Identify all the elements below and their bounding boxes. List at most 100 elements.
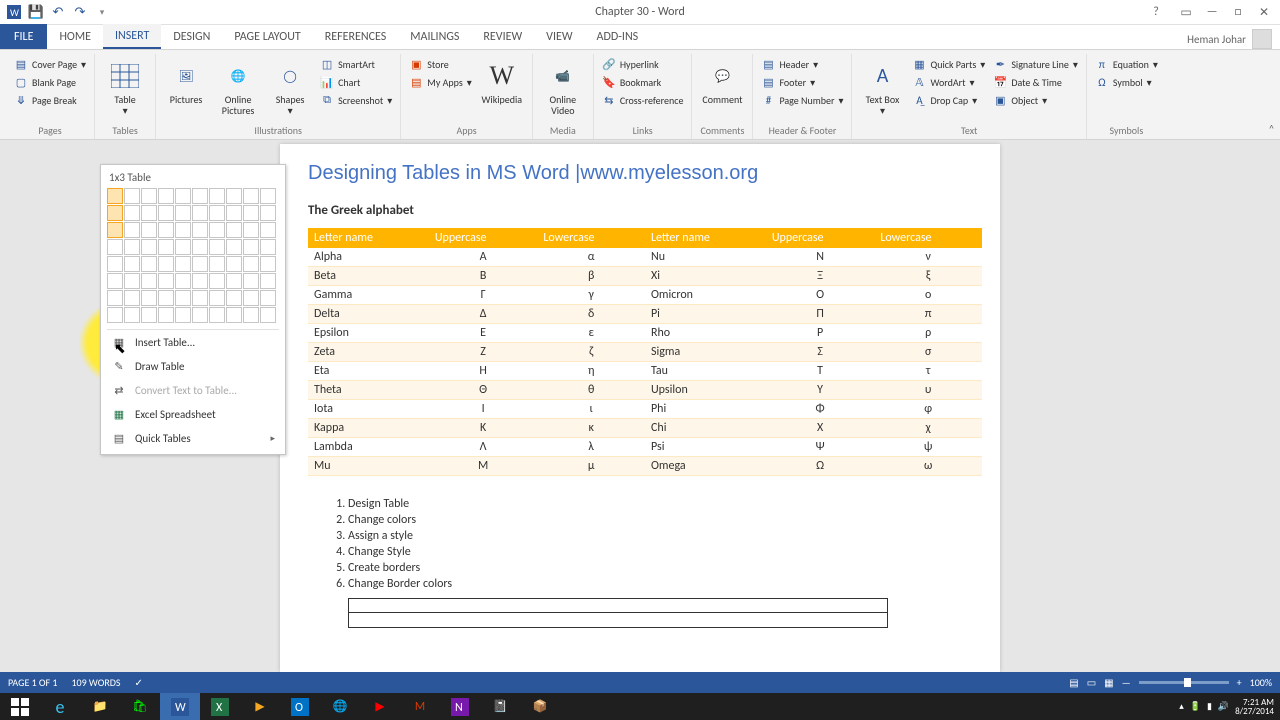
view-web-icon[interactable]: ▦ — [1104, 676, 1113, 689]
page-subheading: The Greek alphabet — [308, 203, 982, 218]
tab-view[interactable]: VIEW — [534, 24, 584, 49]
table-drop-title: 1x3 Table — [107, 171, 279, 188]
tab-design[interactable]: DESIGN — [161, 24, 222, 49]
spellcheck-icon[interactable]: ✓ — [135, 676, 143, 689]
svg-text:W: W — [10, 6, 19, 19]
excel-taskbar-icon[interactable]: X — [200, 693, 240, 720]
word-taskbar-icon[interactable]: W — [160, 693, 200, 720]
word-count[interactable]: 109 WORDS — [71, 676, 120, 689]
zoom-in-icon[interactable]: + — [1237, 676, 1242, 689]
word-icon: W — [6, 4, 22, 20]
volume-icon[interactable]: 🔊 — [1218, 701, 1229, 712]
text-box-button[interactable]: AText Box▾ — [858, 56, 906, 120]
zoom-out-icon[interactable]: — — [1122, 676, 1131, 689]
minimize-icon[interactable]: — — [1200, 3, 1224, 21]
maximize-icon[interactable]: □ — [1226, 3, 1250, 21]
inserted-table-preview — [348, 598, 888, 628]
symbol-button[interactable]: ΩSymbol ▾ — [1093, 74, 1160, 90]
cross-reference-button[interactable]: ⇆Cross-reference — [600, 92, 686, 108]
battery-icon[interactable]: 🔋 — [1190, 701, 1201, 712]
ribbon-options-icon[interactable]: ▭ — [1174, 3, 1198, 21]
symbol-icon: Ω — [1095, 75, 1109, 89]
avatar[interactable] — [1252, 29, 1272, 49]
outlook-icon[interactable]: O — [280, 693, 320, 720]
object-button[interactable]: ▣Object ▾ — [991, 92, 1080, 108]
help-icon[interactable]: ? — [1144, 3, 1168, 21]
smartart-button[interactable]: ◫SmartArt — [318, 56, 394, 72]
tab-references[interactable]: REFERENCES — [313, 24, 399, 49]
tab-page-layout[interactable]: PAGE LAYOUT — [222, 24, 312, 49]
dropcap-icon: A̲ — [912, 93, 926, 107]
qat-more-icon[interactable]: ▾ — [94, 4, 110, 20]
signature-line-button[interactable]: ✒Signature Line ▾ — [991, 56, 1080, 72]
quick-parts-button[interactable]: ▦Quick Parts ▾ — [910, 56, 987, 72]
notepad-icon[interactable]: 📓 — [480, 693, 520, 720]
footer-icon: ▤ — [761, 75, 775, 89]
view-print-icon[interactable]: ▤ — [1069, 676, 1078, 689]
ribbon-tabs: FILE HOME INSERT DESIGN PAGE LAYOUT REFE… — [0, 25, 1280, 50]
tray-up-icon[interactable]: ▴ — [1179, 701, 1184, 712]
clock[interactable]: 7:21 AM8/27/2014 — [1235, 698, 1274, 716]
date-icon: 📅 — [993, 75, 1007, 89]
start-button[interactable] — [0, 693, 40, 720]
table-size-grid[interactable] — [107, 188, 279, 323]
svg-text:O: O — [295, 701, 303, 715]
quick-tables-menuitem[interactable]: ▤Quick Tables▸ — [107, 426, 279, 450]
bookmark-button[interactable]: 🔖Bookmark — [600, 74, 686, 90]
insert-table-menuitem[interactable]: ▦Insert Table... — [107, 330, 279, 354]
excel-spreadsheet-menuitem[interactable]: ▦Excel Spreadsheet — [107, 402, 279, 426]
page-number-button[interactable]: #Page Number ▾ — [759, 92, 845, 108]
online-video-button[interactable]: 📹Online Video — [539, 56, 587, 120]
footer-button[interactable]: ▤Footer ▾ — [759, 74, 845, 90]
save-icon[interactable]: 💾 — [28, 4, 44, 20]
hyperlink-button[interactable]: 🔗Hyperlink — [600, 56, 686, 72]
equation-button[interactable]: πEquation ▾ — [1093, 56, 1160, 72]
tab-home[interactable]: HOME — [47, 24, 103, 49]
camtasia-icon[interactable]: ▶ — [240, 693, 280, 720]
comment-button[interactable]: 💬Comment — [698, 56, 746, 109]
shapes-button[interactable]: ◯Shapes▾ — [266, 56, 314, 120]
tab-mailings[interactable]: MAILINGS — [398, 24, 471, 49]
zoom-slider[interactable] — [1139, 681, 1229, 684]
screenshot-button[interactable]: ⧉Screenshot ▾ — [318, 92, 394, 108]
page[interactable]: Designing Tables in MS Word |www.myeless… — [280, 144, 1000, 672]
cover-page-button[interactable]: ▤Cover Page ▾ — [12, 56, 88, 72]
app-icon[interactable]: M — [400, 693, 440, 720]
draw-table-menuitem[interactable]: ✎Draw Table — [107, 354, 279, 378]
onenote-icon[interactable]: N — [440, 693, 480, 720]
view-read-icon[interactable]: ▭ — [1087, 676, 1096, 689]
online-pictures-button[interactable]: 🌐Online Pictures — [214, 56, 262, 120]
store-taskbar-icon[interactable]: 🛍 — [120, 693, 160, 720]
table-button[interactable]: Table▾ — [101, 56, 149, 120]
page-break-button[interactable]: ⤋Page Break — [12, 92, 88, 108]
tab-insert[interactable]: INSERT — [103, 24, 161, 49]
pictures-button[interactable]: 🖼Pictures — [162, 56, 210, 109]
chart-button[interactable]: 📊Chart — [318, 74, 394, 90]
drop-cap-button[interactable]: A̲Drop Cap ▾ — [910, 92, 987, 108]
network-icon[interactable]: ▮ — [1207, 701, 1212, 712]
collapse-ribbon-icon[interactable]: ^ — [1269, 122, 1274, 135]
page-count[interactable]: PAGE 1 OF 1 — [8, 676, 57, 689]
wikipedia-button[interactable]: WWikipedia — [478, 56, 526, 109]
store-button[interactable]: ▣Store — [407, 56, 474, 72]
ie-icon[interactable]: e — [40, 693, 80, 720]
user-name[interactable]: Heman Johar — [1187, 33, 1246, 46]
zoom-level[interactable]: 100% — [1250, 676, 1272, 689]
tab-addins[interactable]: ADD-INS — [585, 24, 651, 49]
zip-icon[interactable]: 📦 — [520, 693, 560, 720]
chrome-icon[interactable]: 🌐 — [320, 693, 360, 720]
ribbon: ▤Cover Page ▾ ▢Blank Page ⤋Page Break Pa… — [0, 50, 1280, 140]
redo-icon[interactable]: ↷ — [72, 4, 88, 20]
myapps-button[interactable]: ▤My Apps ▾ — [407, 74, 474, 90]
close-icon[interactable]: ✕ — [1252, 3, 1276, 21]
explorer-icon[interactable]: 📁 — [80, 693, 120, 720]
group-pages-label: Pages — [12, 122, 88, 139]
tab-review[interactable]: REVIEW — [471, 24, 534, 49]
youtube-icon[interactable]: ▶ — [360, 693, 400, 720]
undo-icon[interactable]: ↶ — [50, 4, 66, 20]
date-time-button[interactable]: 📅Date & Time — [991, 74, 1080, 90]
blank-page-button[interactable]: ▢Blank Page — [12, 74, 88, 90]
wordart-button[interactable]: 𝔸WordArt ▾ — [910, 74, 987, 90]
tab-file[interactable]: FILE — [0, 24, 47, 49]
header-button[interactable]: ▤Header ▾ — [759, 56, 845, 72]
